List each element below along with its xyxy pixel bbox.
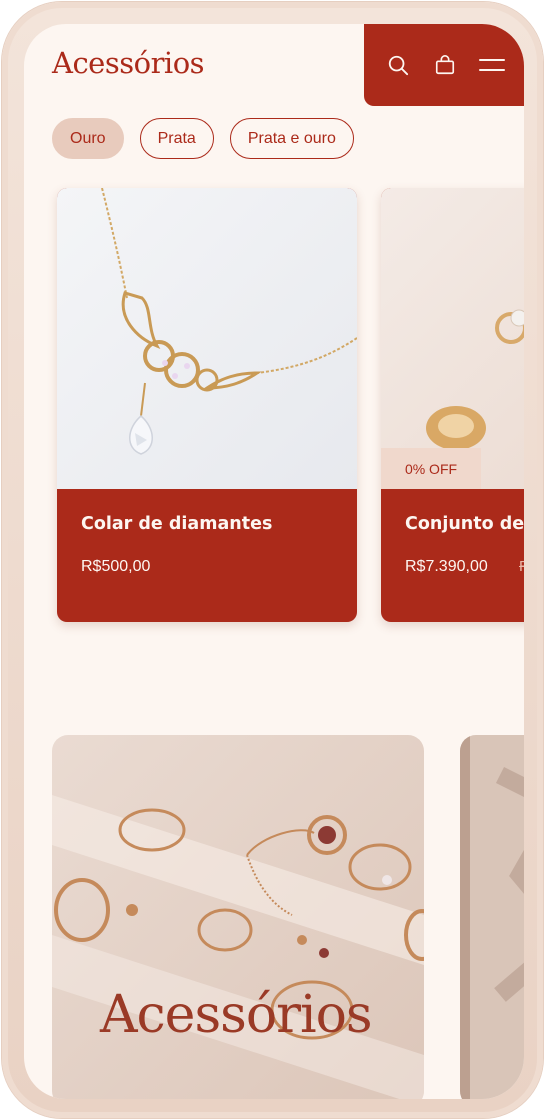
search-icon — [388, 55, 408, 76]
product-card[interactable]: 0% OFF Conjunto de R$7.390,00 R — [381, 188, 524, 622]
product-price: R$500,00 — [81, 558, 151, 575]
filter-chip-prata-e-ouro[interactable]: Prata e ouro — [229, 118, 354, 159]
search-button[interactable] — [383, 50, 413, 80]
product-carousel: Colar de diamantes R$500,00 0% OFF Conju… — [57, 188, 524, 624]
screen: Acessórios Ouro Prata Prata e ouro Colar… — [24, 24, 524, 1099]
cart-button[interactable] — [430, 50, 460, 80]
page-title: Acessórios — [52, 46, 205, 80]
product-old-price: R — [519, 558, 524, 575]
filter-chip-ouro[interactable]: Ouro — [52, 118, 124, 159]
app-header: Acessórios — [24, 24, 524, 106]
banner-image — [460, 735, 524, 1099]
necklace-image — [57, 188, 357, 489]
shopping-bag-icon — [435, 55, 455, 75]
ring-set-image — [381, 188, 524, 489]
header-actions — [364, 24, 524, 106]
filter-chips: Ouro Prata Prata e ouro — [52, 118, 354, 159]
product-name: Colar de diamantes — [81, 514, 273, 534]
discount-badge: 0% OFF — [381, 448, 481, 489]
filter-chip-prata[interactable]: Prata — [139, 118, 214, 159]
menu-button[interactable] — [477, 50, 507, 80]
product-price: R$7.390,00 — [405, 558, 488, 575]
category-banner[interactable] — [460, 735, 524, 1099]
menu-icon — [479, 59, 506, 71]
phone-frame: Acessórios Ouro Prata Prata e ouro Colar… — [2, 2, 543, 1118]
product-name: Conjunto de — [405, 514, 524, 534]
product-card[interactable]: Colar de diamantes R$500,00 — [57, 188, 357, 622]
category-banner[interactable]: Acessórios — [52, 735, 424, 1099]
banner-title: Acessórios — [100, 985, 373, 1045]
